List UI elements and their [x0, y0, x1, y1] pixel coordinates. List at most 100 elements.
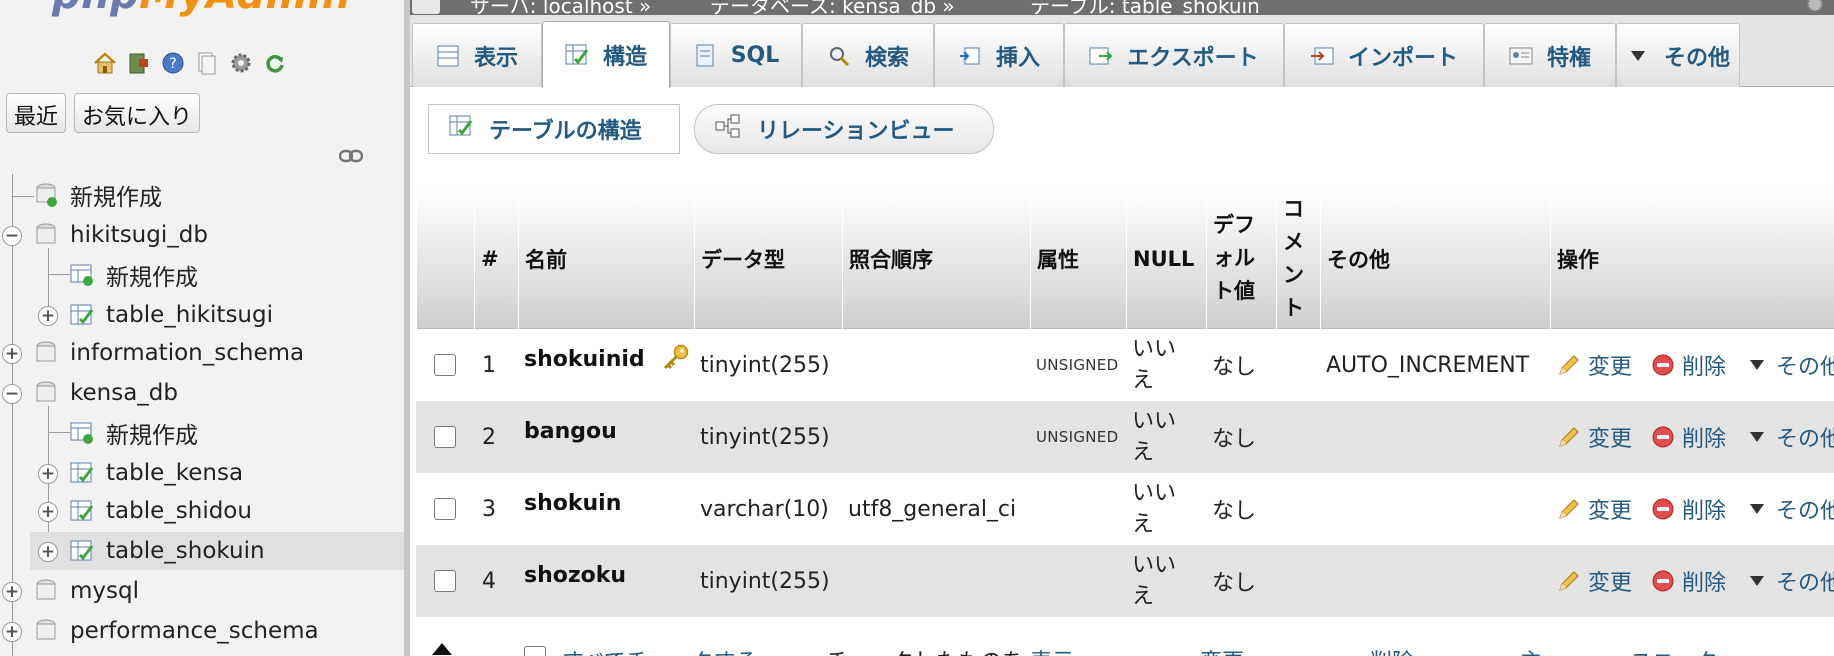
drop-link[interactable]: 削除 [1650, 329, 1726, 401]
expand-icon[interactable]: + [38, 542, 58, 562]
header-text: ト [1283, 295, 1304, 320]
change-link[interactable]: 変更 [1556, 401, 1632, 473]
tree-item-table-hikitsugi[interactable]: table_hikitsugi [70, 296, 273, 334]
bulk-drop-button[interactable]: 削除 [1370, 644, 1414, 656]
chevron-down-icon [1744, 568, 1770, 594]
expand-icon[interactable]: + [38, 502, 58, 522]
tree-item-table-shidou[interactable]: table_shidou [70, 492, 252, 530]
tab-import[interactable]: インポート [1284, 23, 1484, 87]
tab-label: 特権 [1546, 45, 1591, 71]
tab-insert[interactable]: 挿入 [934, 23, 1064, 87]
import-icon [1310, 44, 1334, 68]
tree-item-db-performance-schema[interactable]: performance_schema [34, 612, 319, 650]
breadcrumb-table[interactable]: テーブル: table_shokuin [1030, 0, 1260, 15]
drop-link[interactable]: 削除 [1650, 473, 1726, 545]
bulk-primary-button[interactable]: 主 [1520, 644, 1542, 656]
tab-export[interactable]: エクスポート [1064, 23, 1284, 87]
tree-item-table-shokuin[interactable]: table_shokuin [30, 532, 404, 570]
header-name[interactable]: 名前 [518, 188, 694, 329]
header-attributes: 属性 [1030, 188, 1126, 329]
tree-item-label: hikitsugi_db [70, 222, 208, 248]
primary-key-icon [662, 321, 690, 393]
tree-item-label: 新規作成 [70, 185, 162, 211]
tree-item-label: mysql [70, 578, 139, 604]
settings-icon[interactable] [228, 50, 254, 76]
expand-icon[interactable]: + [2, 344, 22, 364]
drop-link[interactable]: 削除 [1650, 545, 1726, 617]
breadcrumb-database[interactable]: データベース: kensa_db » [710, 0, 955, 15]
docs-icon[interactable] [194, 50, 220, 76]
phpmyadmin-logo[interactable]: phpMyAdmin [52, 0, 351, 18]
more-actions-link[interactable]: その他 [1744, 329, 1834, 401]
header-text: ォル [1213, 246, 1255, 270]
expand-icon[interactable]: + [38, 464, 58, 484]
bulk-change-button[interactable]: 変更 [1200, 644, 1244, 656]
settings-icon[interactable] [1802, 0, 1828, 18]
reload-icon[interactable] [262, 50, 288, 76]
tree-item-new-table[interactable]: 新規作成 [70, 256, 198, 294]
action-label: 削除 [1682, 571, 1727, 596]
with-selected-label: チェックしたものを: [826, 644, 1031, 656]
tree-item-db-kensa[interactable]: kensa_db [34, 374, 178, 412]
bulk-unique-button[interactable]: ユニーク [1630, 644, 1718, 656]
change-link[interactable]: 変更 [1556, 473, 1632, 545]
tab-browse[interactable]: 表示 [412, 23, 542, 87]
tab-sql[interactable]: SQL [670, 23, 802, 87]
row-checkbox[interactable] [434, 426, 456, 448]
recent-tables-button[interactable]: 最近 [6, 93, 67, 133]
home-icon[interactable] [92, 50, 118, 76]
table-row: 2 bangou tinyint(255) UNSIGNED いいえ なし 変更… [416, 401, 1834, 473]
privileges-icon [1509, 44, 1533, 68]
header-text: メ [1283, 229, 1304, 254]
tree-item-db-mysql[interactable]: mysql [34, 572, 139, 610]
sql-icon [693, 44, 717, 68]
favorite-tables-button[interactable]: お気に入り [74, 93, 201, 133]
tree-item-new-table[interactable]: 新規作成 [70, 414, 198, 452]
collapse-nav-button[interactable] [412, 0, 440, 14]
tree-item-table-kensa[interactable]: table_kensa [70, 454, 243, 492]
action-label: 削除 [1682, 427, 1727, 452]
chevron-down-icon [1744, 496, 1770, 522]
tab-search[interactable]: 検索 [802, 23, 934, 87]
collapse-icon[interactable]: − [2, 226, 22, 246]
expand-icon[interactable]: + [2, 622, 22, 642]
column-type: tinyint(255) [700, 352, 830, 378]
drop-link[interactable]: 削除 [1650, 401, 1726, 473]
more-actions-link[interactable]: その他 [1744, 545, 1834, 617]
tree-item-db-information-schema[interactable]: information_schema [34, 334, 304, 372]
action-label: その他 [1776, 571, 1834, 596]
collapse-icon[interactable]: − [2, 384, 22, 404]
tree-item-new[interactable]: 新規作成 [34, 176, 162, 214]
button-label: リレーションビュー [757, 119, 955, 144]
relation-view-button[interactable]: リレーションビュー [694, 104, 994, 154]
tree-connector [12, 196, 34, 197]
change-link[interactable]: 変更 [1556, 329, 1632, 401]
breadcrumb-server[interactable]: サーバ: localhost » [470, 0, 651, 15]
header-text: ン [1283, 262, 1304, 287]
tab-more[interactable]: その他 [1616, 23, 1740, 87]
bulk-browse-button[interactable]: 表示 [1030, 644, 1074, 656]
row-checkbox[interactable] [434, 498, 456, 520]
more-actions-link[interactable]: その他 [1744, 473, 1834, 545]
help-icon[interactable]: ? [160, 50, 186, 76]
null-text: いい [1132, 337, 1177, 362]
check-all-checkbox[interactable] [524, 646, 546, 656]
tree-item-db-hikitsugi[interactable]: hikitsugi_db [34, 216, 208, 254]
change-link[interactable]: 変更 [1556, 545, 1632, 617]
row-num: 4 [482, 568, 496, 594]
more-actions-link[interactable]: その他 [1744, 401, 1834, 473]
expand-icon[interactable]: + [2, 582, 22, 602]
row-checkbox[interactable] [434, 354, 456, 376]
exit-icon[interactable] [126, 50, 152, 76]
database-icon [34, 381, 58, 405]
link-icon[interactable] [338, 148, 364, 167]
table-structure-button[interactable]: テーブルの構造 [428, 104, 680, 154]
column-default: なし [1212, 571, 1257, 596]
tab-privileges[interactable]: 特権 [1484, 23, 1616, 87]
check-all-link[interactable]: すべてチェックする [562, 644, 758, 656]
header-action: 操作 [1550, 188, 1834, 329]
database-icon [34, 579, 58, 603]
tab-structure[interactable]: 構造 [542, 21, 670, 88]
expand-icon[interactable]: + [38, 306, 58, 326]
row-checkbox[interactable] [434, 570, 456, 592]
